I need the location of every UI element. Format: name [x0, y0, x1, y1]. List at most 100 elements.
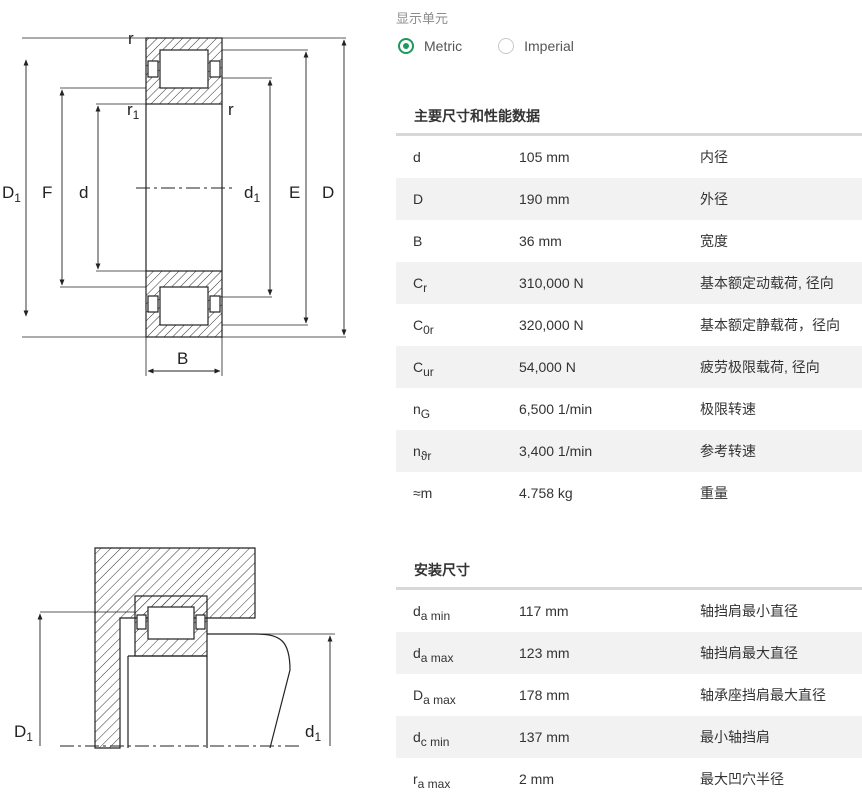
symbol-subscript: G	[420, 407, 431, 421]
symbol-main: C	[413, 359, 424, 375]
units-title: 显示单元	[396, 11, 449, 26]
symbol-main: D	[413, 687, 424, 703]
mount-dims-table: da min 117 mm 轴挡肩最小直径 da max 123 mm 轴挡肩最大直径 Da…	[396, 590, 862, 800]
row-value: 320,000 N	[519, 317, 584, 333]
row-description: 外径	[700, 191, 728, 207]
table-row: d 105 mm 内径	[396, 136, 862, 178]
symbol-main: d	[413, 149, 421, 165]
symbol-subscript: 0r	[423, 323, 434, 337]
unit-option-metric[interactable]: Metric	[398, 38, 462, 54]
symbol-main: n	[413, 401, 421, 417]
row-description: 基本额定动载荷, 径向	[700, 275, 834, 291]
symbol-subscript: a min	[420, 609, 451, 623]
symbol-subscript: ϑr	[420, 449, 432, 463]
table-row: Cur 54,000 N 疲劳极限载荷, 径向	[396, 346, 862, 388]
row-symbol: nG	[396, 401, 519, 421]
symbol-main: ≈m	[413, 485, 433, 501]
row-description: 参考转速	[700, 443, 756, 459]
unit-selector: Metric Imperial	[398, 38, 610, 54]
row-description: 轴挡肩最小直径	[700, 603, 798, 619]
row-symbol: Cur	[396, 359, 519, 379]
row-description: 疲劳极限载荷, 径向	[700, 359, 820, 375]
row-value: 36 mm	[519, 233, 562, 249]
bearing-cross-section-drawing: r r1 r D1 F d d1 E D B	[2, 29, 347, 376]
table-row: D 190 mm 外径	[396, 178, 862, 220]
table-row: B 36 mm 宽度	[396, 220, 862, 262]
main-dims-table: d 105 mm 内径 D 190 mm 外径 B 36 mm 宽度 Cr 310,000 N 基本额…	[396, 136, 862, 514]
row-symbol: da max	[396, 645, 519, 665]
label-B: B	[177, 349, 188, 368]
symbol-subscript: a max	[423, 693, 456, 707]
row-symbol: da min	[396, 603, 519, 623]
row-value: 310,000 N	[519, 275, 584, 291]
table-row: C0r 320,000 N 基本额定静载荷，径向	[396, 304, 862, 346]
label-F: F	[42, 183, 52, 202]
row-description: 最大凹穴半径	[700, 771, 784, 787]
table-row: nϑr 3,400 1/min 参考转速	[396, 430, 862, 472]
row-description: 极限转速	[700, 401, 756, 417]
symbol-main: d	[413, 645, 421, 661]
row-description: 重量	[700, 485, 728, 501]
table-row: da max 123 mm 轴挡肩最大直径	[396, 632, 862, 674]
row-value: 123 mm	[519, 645, 570, 661]
row-symbol: d	[396, 149, 519, 165]
symbol-main: d	[413, 603, 421, 619]
label-d1: d1	[244, 183, 260, 205]
row-value: 137 mm	[519, 729, 570, 745]
row-symbol: ≈m	[396, 485, 519, 501]
main-dims-title: 主要尺寸和性能数据	[414, 108, 540, 124]
row-value: 105 mm	[519, 149, 570, 165]
row-symbol: D	[396, 191, 519, 207]
row-symbol: nϑr	[396, 443, 519, 463]
row-symbol: Cr	[396, 275, 519, 295]
row-value: 117 mm	[519, 603, 569, 619]
unit-label-metric: Metric	[424, 38, 463, 54]
row-description: 轴挡肩最大直径	[700, 645, 798, 661]
row-description: 宽度	[700, 233, 728, 249]
row-description: 轴承座挡肩最大直径	[700, 687, 826, 703]
label-r-right: r	[228, 100, 234, 119]
symbol-subscript: c min	[420, 735, 450, 749]
label-r-top: r	[128, 29, 134, 48]
symbol-main: n	[413, 443, 421, 459]
table-row: Da max 178 mm 轴承座挡肩最大直径	[396, 674, 862, 716]
row-value: 6,500 1/min	[519, 401, 593, 417]
symbol-main: D	[413, 191, 424, 207]
label-mount-D1: D1	[14, 722, 33, 744]
table-row: da min 117 mm 轴挡肩最小直径	[396, 590, 862, 632]
row-symbol: dc min	[396, 729, 519, 749]
table-row: ≈m 4.758 kg 重量	[396, 472, 862, 514]
drawings-area: r r1 r D1 F d d1 E D B D1 d1	[0, 0, 395, 794]
row-value: 3,400 1/min	[519, 443, 593, 459]
row-value: 54,000 N	[519, 359, 576, 375]
mounting-drawing: D1 d1	[14, 547, 335, 749]
radio-unselected-icon[interactable]	[498, 38, 515, 54]
symbol-subscript: a max	[417, 777, 451, 791]
row-description: 内径	[700, 149, 728, 165]
label-D1: D1	[2, 183, 21, 205]
row-symbol: B	[396, 233, 519, 249]
row-symbol: Da max	[396, 687, 519, 707]
row-symbol: C0r	[396, 317, 519, 337]
table-row: Cr 310,000 N 基本额定动载荷, 径向	[396, 262, 862, 304]
label-mount-d1: d1	[305, 722, 321, 744]
symbol-main: B	[413, 233, 423, 249]
row-description: 最小轴挡肩	[700, 729, 770, 745]
symbol-main: r	[413, 771, 418, 787]
symbol-subscript: ur	[423, 365, 434, 379]
symbol-main: C	[413, 317, 424, 333]
specs-panel: 显示单元 Metric Imperial 主要尺寸和性能数据 d 105 mm 内径…	[396, 0, 862, 794]
row-value: 190 mm	[519, 191, 570, 207]
symbol-subscript: a max	[420, 651, 454, 665]
unit-option-imperial[interactable]: Imperial	[498, 38, 574, 54]
label-d: d	[79, 183, 88, 202]
symbol-main: d	[413, 729, 421, 745]
row-value: 4.758 kg	[519, 485, 573, 501]
label-E: E	[289, 183, 300, 202]
table-row: dc min 137 mm 最小轴挡肩	[396, 716, 862, 758]
row-value: 178 mm	[519, 687, 570, 703]
unit-label-imperial: Imperial	[524, 38, 574, 54]
table-row: nG 6,500 1/min 极限转速	[396, 388, 862, 430]
radio-selected-icon[interactable]	[398, 38, 414, 54]
row-symbol: ra max	[396, 771, 519, 791]
